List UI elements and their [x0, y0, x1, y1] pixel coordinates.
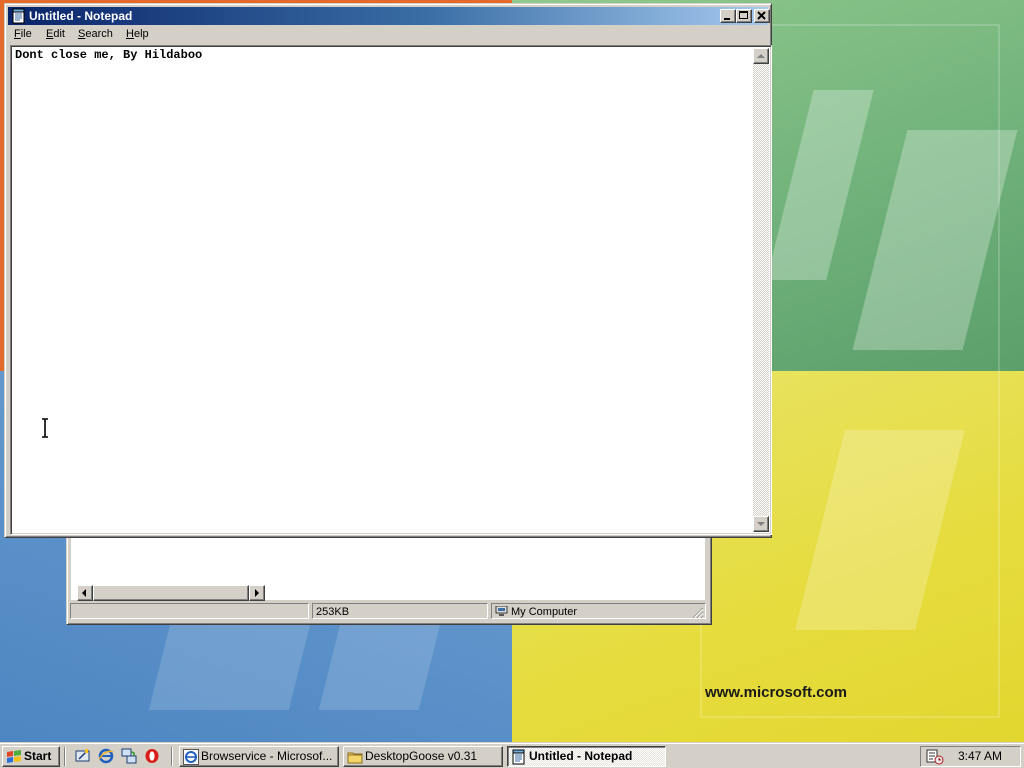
opera-icon[interactable] [144, 748, 160, 764]
menu-edit[interactable]: Edit [46, 28, 65, 40]
arrow-down-icon [757, 522, 765, 526]
internet-explorer-icon[interactable] [98, 748, 114, 764]
text-cursor-icon [42, 418, 48, 438]
windows-logo-icon [7, 750, 21, 763]
status-bar: 253KB My Computer [70, 603, 706, 621]
notepad-icon [512, 749, 525, 765]
explorer-window[interactable]: 253KB My Computer [66, 533, 712, 625]
taskbar-separator [64, 747, 66, 766]
arrow-right-icon [255, 589, 259, 597]
menu-bar: File Edit Search Help [8, 25, 768, 44]
maximize-icon [739, 11, 748, 19]
folder-icon [347, 752, 363, 764]
scheduler-icon[interactable] [926, 749, 944, 765]
scroll-up-button[interactable] [753, 48, 769, 64]
window-title: Untitled - Notepad [29, 9, 133, 23]
task-browservice[interactable]: Browservice - Microsof... [179, 746, 339, 767]
scroll-right-button[interactable] [249, 585, 265, 601]
clock[interactable]: 3:47 AM [958, 747, 1002, 766]
notepad-window[interactable]: Untitled - Notepad File Edit Search Help… [4, 3, 772, 538]
start-button[interactable]: Start [2, 746, 60, 767]
status-location-label: My Computer [511, 606, 578, 618]
show-desktop-icon[interactable] [75, 748, 91, 764]
text-edit-area[interactable]: Dont close me, By Hildaboo [10, 45, 772, 535]
close-icon [757, 11, 766, 20]
wallpaper-text: www.microsoft.com [705, 684, 847, 701]
arrow-left-icon [82, 589, 86, 597]
my-computer-icon [495, 606, 508, 616]
menu-help[interactable]: Help [126, 28, 149, 40]
network-icon[interactable] [121, 748, 137, 764]
notepad-icon [12, 8, 25, 24]
scroll-left-button[interactable] [77, 585, 93, 601]
close-button[interactable] [754, 9, 770, 23]
status-pane-zone: My Computer [491, 603, 706, 619]
task-desktopgoose[interactable]: DesktopGoose v0.31 [343, 746, 503, 767]
title-bar[interactable]: Untitled - Notepad [8, 7, 770, 25]
document-text[interactable]: Dont close me, By Hildaboo [15, 48, 202, 62]
menu-file[interactable]: File [14, 28, 32, 40]
scroll-down-button[interactable] [753, 516, 769, 532]
vertical-scrollbar[interactable] [753, 48, 769, 532]
task-label: Untitled - Notepad [529, 749, 633, 763]
minimize-button[interactable] [720, 9, 736, 23]
explorer-content-area[interactable] [71, 536, 705, 601]
menu-search[interactable]: Search [78, 28, 113, 40]
taskbar-separator [171, 747, 173, 766]
resize-grip-icon[interactable] [692, 607, 704, 619]
task-label: Browservice - Microsof... [201, 749, 333, 763]
maximize-button[interactable] [736, 9, 752, 23]
internet-explorer-icon [183, 749, 199, 765]
minimize-icon [724, 18, 730, 20]
status-pane-empty [70, 603, 309, 619]
task-label: DesktopGoose v0.31 [365, 749, 478, 763]
taskbar: Start Browservice - Microsof... DesktopG… [0, 742, 1024, 768]
start-label: Start [24, 749, 52, 763]
status-pane-size: 253KB [312, 603, 488, 619]
horizontal-scrollbar[interactable] [77, 585, 265, 601]
wallpaper-pane [148, 620, 312, 710]
arrow-up-icon [757, 54, 765, 58]
scroll-thumb[interactable] [93, 585, 249, 601]
task-notepad[interactable]: Untitled - Notepad [507, 746, 666, 767]
system-tray: 3:47 AM [920, 746, 1021, 767]
